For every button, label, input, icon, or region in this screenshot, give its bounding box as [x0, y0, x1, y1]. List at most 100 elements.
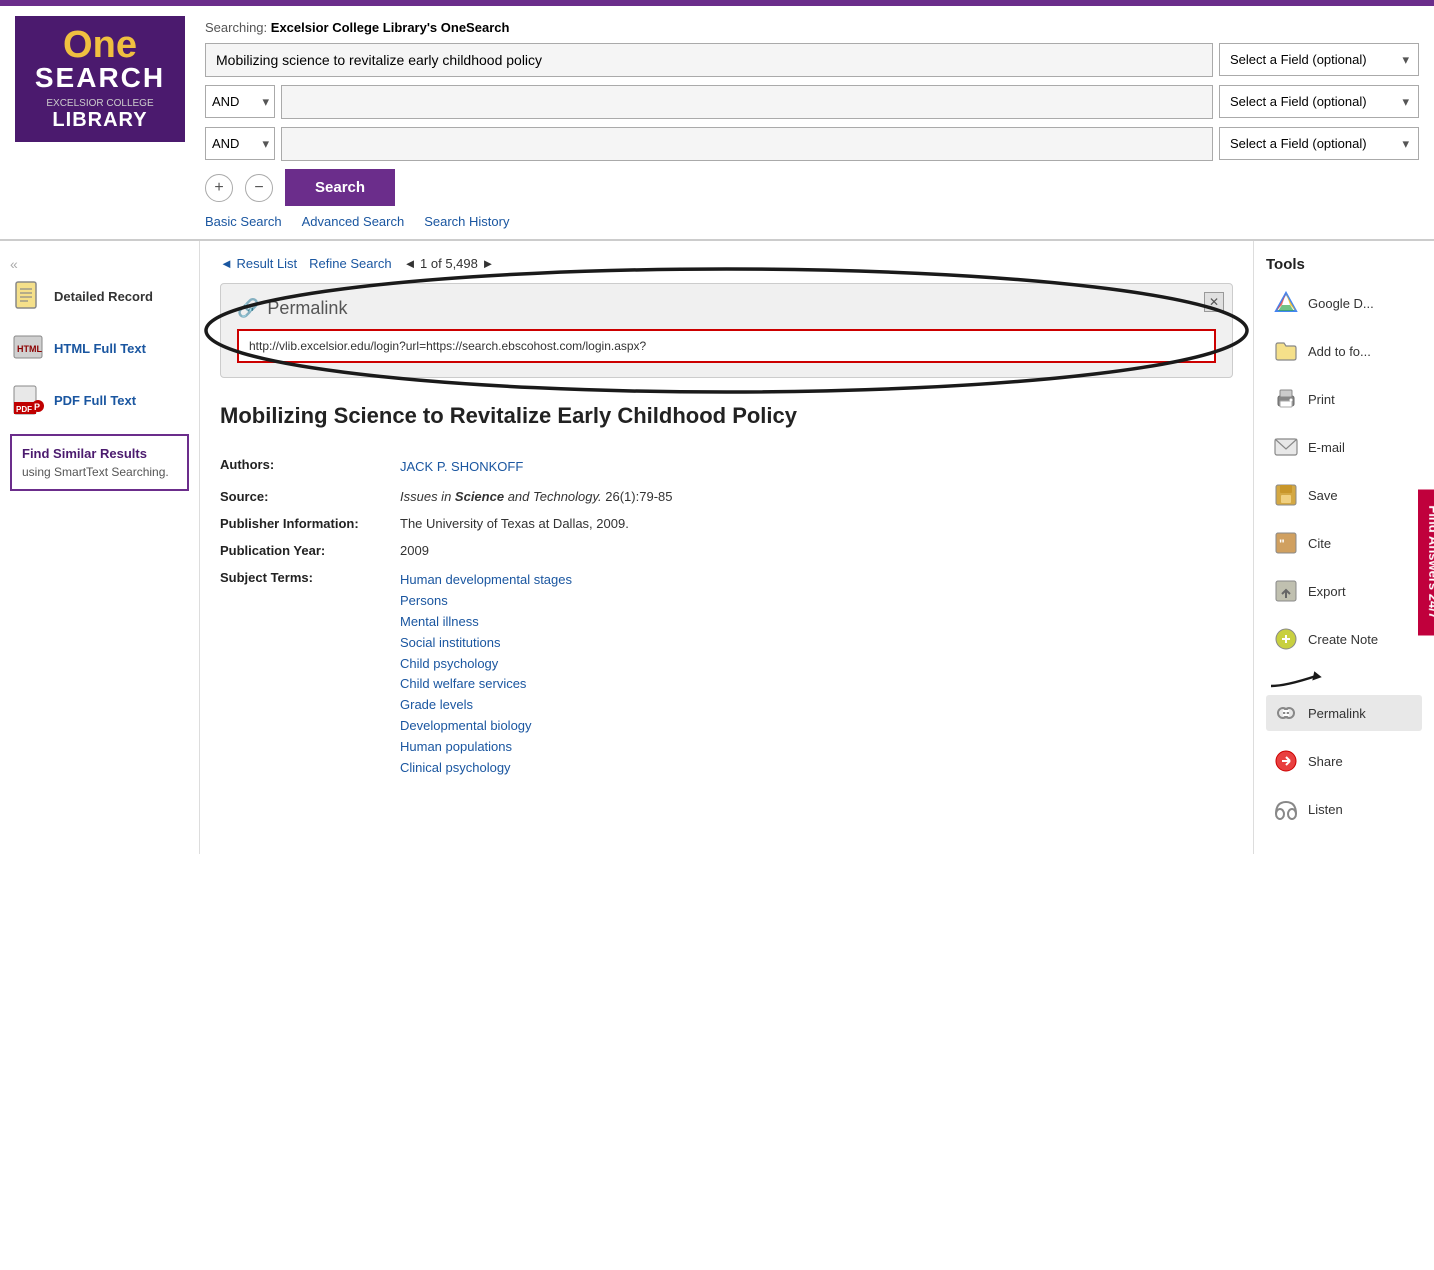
tool-item-google-drive[interactable]: Google D...: [1266, 285, 1422, 321]
article-title: Mobilizing Science to Revitalize Early C…: [220, 402, 1233, 431]
subject-term-link[interactable]: Child welfare services: [400, 674, 1233, 695]
find-similar-title: Find Similar Results: [22, 446, 177, 461]
collapse-control[interactable]: «: [10, 256, 189, 272]
svg-text:": ": [1279, 537, 1285, 551]
find-answers-tab[interactable]: Find Answers 24/7: [1419, 489, 1434, 635]
pdf-icon: PDF P: [10, 382, 46, 418]
export-icon: [1272, 577, 1300, 605]
tool-label-email: E-mail: [1308, 440, 1345, 455]
detailed-record-icon: [10, 278, 46, 314]
html-icon: HTML: [10, 330, 46, 366]
left-sidebar: « Detailed Record HTML HTM: [0, 241, 200, 854]
subject-term-link[interactable]: Mental illness: [400, 612, 1233, 633]
subject-term-link[interactable]: Developmental biology: [400, 716, 1233, 737]
refine-search-link[interactable]: Refine Search: [309, 256, 391, 271]
tool-item-share[interactable]: Share: [1266, 743, 1422, 779]
svg-text:HTML: HTML: [17, 344, 42, 354]
arrow-icon: [1266, 661, 1326, 691]
permalink-url[interactable]: http://vlib.excelsior.edu/login?url=http…: [237, 329, 1216, 363]
tool-item-save[interactable]: Save: [1266, 477, 1422, 513]
author-link[interactable]: JACK P. SHONKOFF: [400, 457, 1233, 478]
html-full-text-label: HTML Full Text: [54, 341, 146, 356]
basic-search-link[interactable]: Basic Search: [205, 214, 282, 229]
search-controls: + − Search: [205, 169, 1419, 206]
permalink-title: 🔗 Permalink: [237, 298, 1216, 319]
tool-label-folder: Add to fo...: [1308, 344, 1371, 359]
field-select-wrapper-3: Select a Field (optional): [1219, 127, 1419, 161]
tool-item-listen[interactable]: Listen: [1266, 791, 1422, 827]
logo: One SEARCH EXCELSIOR COLLEGE LIBRARY: [15, 16, 185, 142]
tool-label-print: Print: [1308, 392, 1335, 407]
source-text: Issues in Science and Technology.: [400, 489, 602, 504]
tool-label-share: Share: [1308, 754, 1343, 769]
subject-term-link[interactable]: Persons: [400, 591, 1233, 612]
remove-row-button[interactable]: −: [245, 174, 273, 202]
operator-select-3[interactable]: AND: [205, 127, 275, 160]
sidebar-item-html-full-text[interactable]: HTML HTML Full Text: [10, 330, 189, 366]
permalink-arrow-annotation: [1266, 661, 1422, 691]
header: One SEARCH EXCELSIOR COLLEGE LIBRARY Sea…: [0, 6, 1434, 240]
searching-name: Excelsior College Library's OneSearch: [271, 20, 510, 35]
advanced-search-link[interactable]: Advanced Search: [302, 214, 405, 229]
search-input-1[interactable]: [205, 43, 1213, 77]
tool-label-export: Export: [1308, 584, 1346, 599]
sidebar-item-pdf-full-text[interactable]: PDF P PDF Full Text: [10, 382, 189, 418]
operator-wrapper-2: AND: [205, 85, 275, 119]
collapse-icon: «: [10, 256, 18, 272]
article-metadata: Authors: JACK P. SHONKOFF Source: Issues…: [220, 451, 1233, 785]
authors-label: Authors:: [220, 451, 400, 484]
result-count: ◄ 1 of 5,498 ►: [404, 256, 495, 271]
result-list-link[interactable]: ◄ Result List: [220, 256, 297, 271]
tool-item-cite[interactable]: " Cite: [1266, 525, 1422, 561]
tool-item-print[interactable]: Print: [1266, 381, 1422, 417]
tool-item-email[interactable]: E-mail: [1266, 429, 1422, 465]
tool-item-folder[interactable]: Add to fo...: [1266, 333, 1422, 369]
field-select-1[interactable]: Select a Field (optional): [1219, 43, 1419, 76]
find-similar-sub: using SmartText Searching.: [22, 465, 177, 479]
permalink-container: ✕ 🔗 Permalink http://vlib.excelsior.edu/…: [220, 283, 1233, 378]
note-icon: [1272, 625, 1300, 653]
subject-term-link[interactable]: Clinical psychology: [400, 758, 1233, 779]
subject-term-link[interactable]: Grade levels: [400, 695, 1233, 716]
tools-list: Google D... Add to fo... Print E-mail Save " C…: [1266, 285, 1422, 827]
tool-item-permalink[interactable]: Permalink: [1266, 695, 1422, 731]
permalink-close-button[interactable]: ✕: [1204, 292, 1224, 312]
permalink-box: ✕ 🔗 Permalink http://vlib.excelsior.edu/…: [220, 283, 1233, 378]
email-icon: [1272, 433, 1300, 461]
source-label: Source:: [220, 483, 400, 510]
search-input-2[interactable]: [281, 85, 1213, 119]
tool-item-note[interactable]: Create Note: [1266, 621, 1422, 657]
search-button[interactable]: Search: [285, 169, 395, 206]
search-input-3[interactable]: [281, 127, 1213, 161]
right-sidebar: Tools Google D... Add to fo... Print E-mail…: [1254, 241, 1434, 854]
folder-icon: [1272, 337, 1300, 365]
subject-term-link[interactable]: Human populations: [400, 737, 1233, 758]
authors-value: JACK P. SHONKOFF: [400, 451, 1233, 484]
subject-term-link[interactable]: Human developmental stages: [400, 570, 1233, 591]
operator-select-2[interactable]: AND: [205, 85, 275, 118]
logo-college: EXCELSIOR COLLEGE: [25, 98, 175, 109]
search-row-2: AND Select a Field (optional): [205, 85, 1419, 119]
share-icon: [1272, 747, 1300, 775]
pub-year-value: 2009: [400, 537, 1233, 564]
tools-title: Tools: [1266, 256, 1422, 273]
subject-label: Subject Terms:: [220, 564, 400, 784]
search-history-link[interactable]: Search History: [424, 214, 509, 229]
detailed-record-label: Detailed Record: [54, 289, 153, 304]
permalink-icon: [1272, 699, 1300, 727]
subject-term-link[interactable]: Child psychology: [400, 654, 1233, 675]
add-row-button[interactable]: +: [205, 174, 233, 202]
center-content: ◄ Result List Refine Search ◄ 1 of 5,498…: [200, 241, 1254, 854]
tool-item-export[interactable]: Export: [1266, 573, 1422, 609]
sidebar-item-detailed-record[interactable]: Detailed Record: [10, 278, 189, 314]
search-links: Basic Search Advanced Search Search Hist…: [205, 214, 1419, 229]
field-select-2[interactable]: Select a Field (optional): [1219, 85, 1419, 118]
find-similar-box[interactable]: Find Similar Results using SmartText Sea…: [10, 434, 189, 491]
field-select-3[interactable]: Select a Field (optional): [1219, 127, 1419, 160]
subject-term-link[interactable]: Social institutions: [400, 633, 1233, 654]
google-drive-icon: [1272, 289, 1300, 317]
pub-year-label: Publication Year:: [220, 537, 400, 564]
tool-label-cite: Cite: [1308, 536, 1331, 551]
pdf-full-text-label: PDF Full Text: [54, 393, 136, 408]
logo-library: LIBRARY: [25, 109, 175, 132]
